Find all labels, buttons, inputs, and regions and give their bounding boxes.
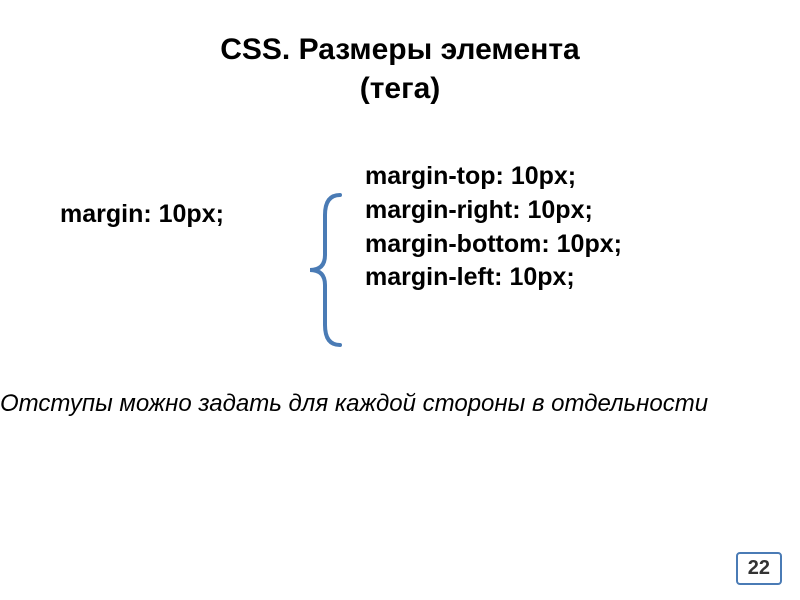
title-line-1: CSS. Размеры элемента [220,33,580,66]
margin-left-line: margin-left: 10px; [365,261,622,295]
margin-bottom-line: margin-bottom: 10px; [365,228,622,262]
slide-caption: Отступы можно задать для каждой стороны … [0,390,708,418]
slide-title: CSS. Размеры элемента (тега) [0,0,800,108]
margin-top-line: margin-top: 10px; [365,160,622,194]
page-number: 22 [736,552,782,585]
content-area: margin: 10px; margin-top: 10px; margin-r… [0,200,800,229]
brace-icon [300,190,350,350]
margin-shorthand: margin: 10px; [60,200,290,229]
title-line-2: (тега) [360,72,441,105]
margin-right-line: margin-right: 10px; [365,194,622,228]
margin-longhand-block: margin-top: 10px; margin-right: 10px; ma… [365,160,622,295]
